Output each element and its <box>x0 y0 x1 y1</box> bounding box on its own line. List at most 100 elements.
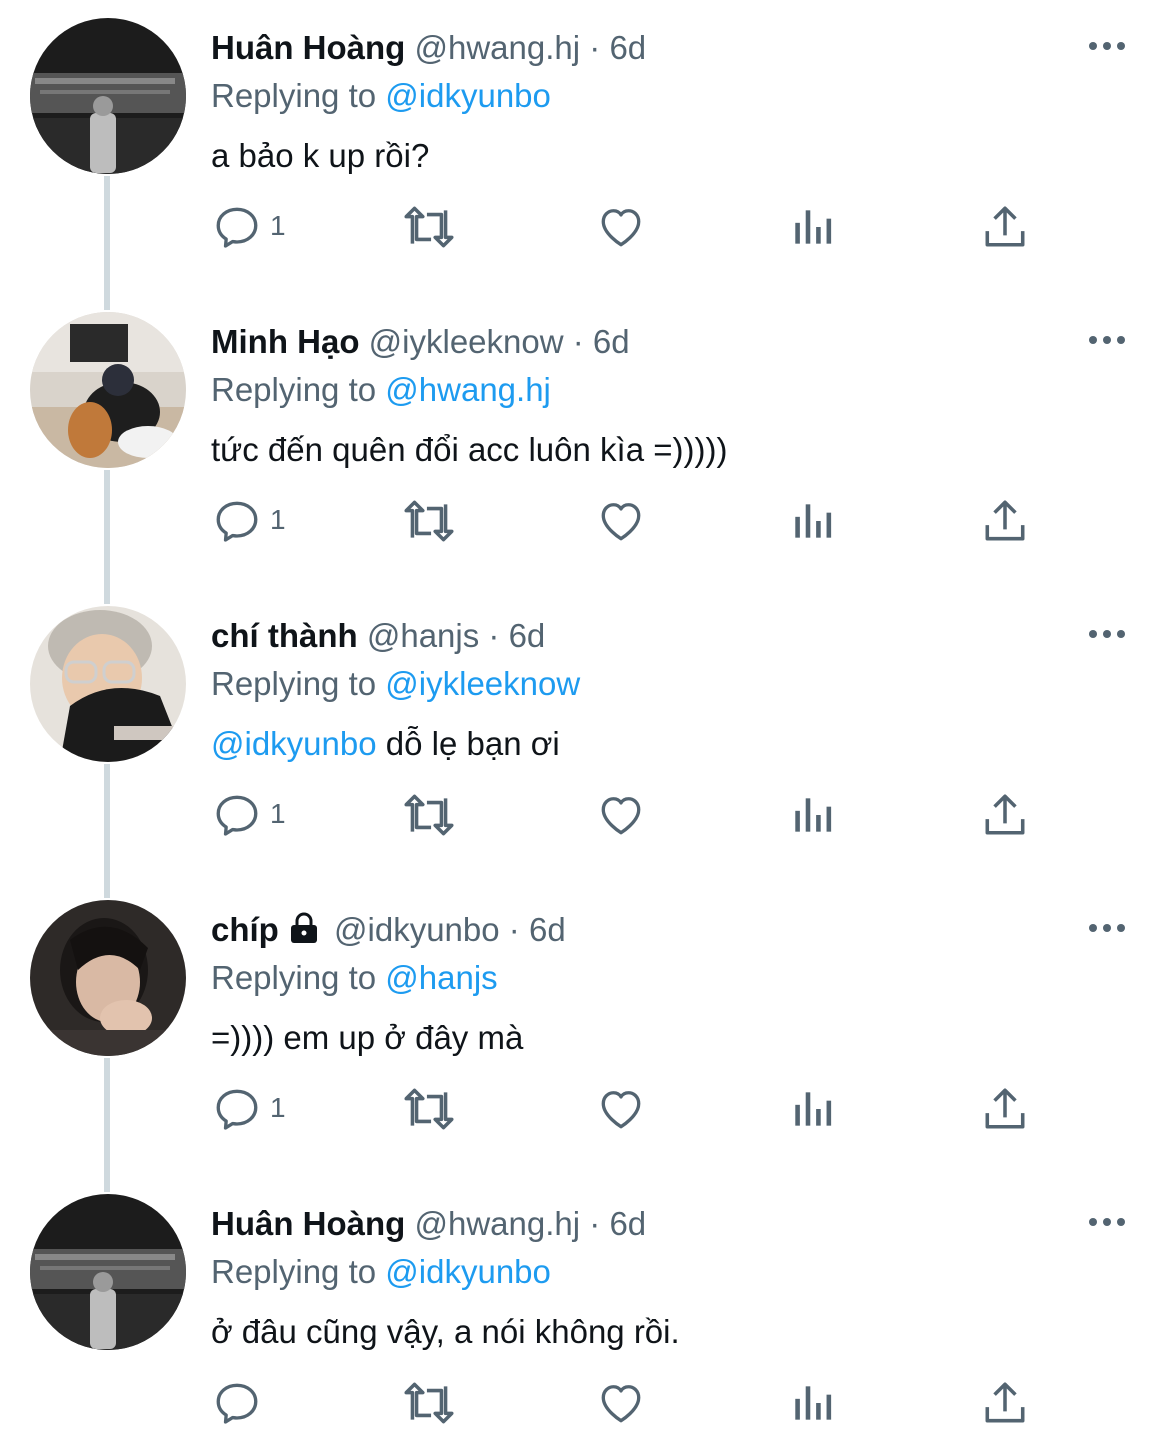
replying-to: Replying to @idkyunbo <box>211 1250 551 1294</box>
replying-mention[interactable]: @iykleeknow <box>385 665 580 702</box>
tweet[interactable]: Huân Hoàng @hwang.hj · 6d Replying to @i… <box>0 1176 1170 1452</box>
retweet-icon <box>404 1088 454 1130</box>
timestamp[interactable]: 6d <box>529 911 566 948</box>
more-options-icon[interactable] <box>1086 1210 1128 1234</box>
more-options-icon[interactable] <box>1086 916 1128 940</box>
tweet-text: tức đến quên đổi acc luôn kìa =))))) <box>211 428 727 472</box>
reply-count: 1 <box>270 504 286 535</box>
like-button[interactable] <box>596 194 648 254</box>
reply-button[interactable]: 1 <box>212 1076 302 1136</box>
retweet-button[interactable] <box>400 782 460 842</box>
share-icon <box>985 500 1025 541</box>
replying-mention[interactable]: @idkyunbo <box>385 77 551 114</box>
display-name[interactable]: chíp <box>211 911 279 948</box>
text-mention[interactable]: @idkyunbo <box>211 725 377 762</box>
avatar[interactable] <box>30 18 186 174</box>
tweet-actions: 1 <box>0 488 1170 548</box>
replying-label: Replying to <box>211 959 377 996</box>
display-name[interactable]: chí thành <box>211 617 358 654</box>
tweet[interactable]: chíp @idkyunbo · 6d Replying to @hanjs =… <box>0 882 1170 1176</box>
retweet-icon <box>404 1382 454 1424</box>
views-icon <box>795 210 832 244</box>
separator-dot: · <box>572 323 584 360</box>
reply-button[interactable] <box>212 1370 302 1430</box>
lock-icon <box>290 912 317 943</box>
avatar[interactable] <box>30 606 186 762</box>
views-icon <box>795 798 832 832</box>
more-options-icon[interactable] <box>1086 622 1128 646</box>
share-icon <box>985 794 1025 835</box>
views-button[interactable] <box>788 488 838 548</box>
tweet[interactable]: Minh Hạo @iykleeknow · 6d Replying to @h… <box>0 294 1170 588</box>
replying-to: Replying to @idkyunbo <box>211 74 551 118</box>
tweet[interactable]: chí thành @hanjs · 6d Replying to @iykle… <box>0 588 1170 882</box>
replying-label: Replying to <box>211 1253 377 1290</box>
replying-label: Replying to <box>211 371 377 408</box>
tweet-text-body: =)))) em up ở đây mà <box>211 1019 524 1056</box>
display-name[interactable]: Minh Hạo <box>211 323 359 360</box>
tweet-text-body: dỗ lẹ bạn ơi <box>376 725 560 762</box>
timestamp[interactable]: 6d <box>609 1205 646 1242</box>
user-handle[interactable]: @hwang.hj <box>415 29 581 66</box>
avatar[interactable] <box>30 900 186 1056</box>
timestamp[interactable]: 6d <box>593 323 630 360</box>
retweet-icon <box>404 206 454 248</box>
share-button[interactable] <box>980 488 1030 548</box>
reply-icon <box>216 1089 258 1130</box>
views-button[interactable] <box>788 1370 838 1430</box>
avatar[interactable] <box>30 312 186 468</box>
user-handle[interactable]: @idkyunbo <box>334 911 500 948</box>
heart-icon <box>601 1385 641 1423</box>
replying-to: Replying to @iykleeknow <box>211 662 580 706</box>
views-button[interactable] <box>788 782 838 842</box>
like-button[interactable] <box>596 1370 648 1430</box>
tweet-actions: 1 <box>0 1076 1170 1136</box>
heart-icon <box>601 797 641 835</box>
user-handle[interactable]: @hwang.hj <box>415 1205 581 1242</box>
user-handle[interactable]: @hanjs <box>367 617 479 654</box>
reply-icon <box>216 207 258 248</box>
retweet-button[interactable] <box>400 1076 460 1136</box>
display-name[interactable]: Huân Hoàng <box>211 1205 405 1242</box>
heart-icon <box>601 1091 641 1129</box>
like-button[interactable] <box>596 782 648 842</box>
views-icon <box>795 1092 832 1126</box>
reply-button[interactable]: 1 <box>212 782 302 842</box>
separator-dot: · <box>508 911 520 948</box>
more-options-icon[interactable] <box>1086 34 1128 58</box>
share-button[interactable] <box>980 1370 1030 1430</box>
share-icon <box>985 1088 1025 1129</box>
tweet-text-body: tức đến quên đổi acc luôn kìa =))))) <box>211 431 728 468</box>
replying-label: Replying to <box>211 77 377 114</box>
views-button[interactable] <box>788 1076 838 1136</box>
share-button[interactable] <box>980 782 1030 842</box>
share-button[interactable] <box>980 194 1030 254</box>
heart-icon <box>601 209 641 247</box>
like-button[interactable] <box>596 488 648 548</box>
timestamp[interactable]: 6d <box>509 617 546 654</box>
replying-mention[interactable]: @hanjs <box>385 959 497 996</box>
replying-to: Replying to @hwang.hj <box>211 368 551 412</box>
retweet-button[interactable] <box>400 1370 460 1430</box>
retweet-button[interactable] <box>400 488 460 548</box>
retweet-button[interactable] <box>400 194 460 254</box>
separator-dot: · <box>488 617 500 654</box>
reply-icon <box>216 795 258 836</box>
replying-mention[interactable]: @hwang.hj <box>385 371 551 408</box>
reply-icon <box>216 501 258 542</box>
user-handle[interactable]: @iykleeknow <box>369 323 564 360</box>
replying-mention[interactable]: @idkyunbo <box>385 1253 551 1290</box>
display-name[interactable]: Huân Hoàng <box>211 29 405 66</box>
avatar[interactable] <box>30 1194 186 1350</box>
reply-button[interactable]: 1 <box>212 488 302 548</box>
timestamp[interactable]: 6d <box>609 29 646 66</box>
reply-button[interactable]: 1 <box>212 194 302 254</box>
replying-to: Replying to @hanjs <box>211 956 498 1000</box>
share-button[interactable] <box>980 1076 1030 1136</box>
views-button[interactable] <box>788 194 838 254</box>
tweet[interactable]: Huân Hoàng @hwang.hj · 6d Replying to @i… <box>0 0 1170 294</box>
more-options-icon[interactable] <box>1086 328 1128 352</box>
like-button[interactable] <box>596 1076 648 1136</box>
retweet-icon <box>404 794 454 836</box>
views-icon <box>795 1386 832 1420</box>
